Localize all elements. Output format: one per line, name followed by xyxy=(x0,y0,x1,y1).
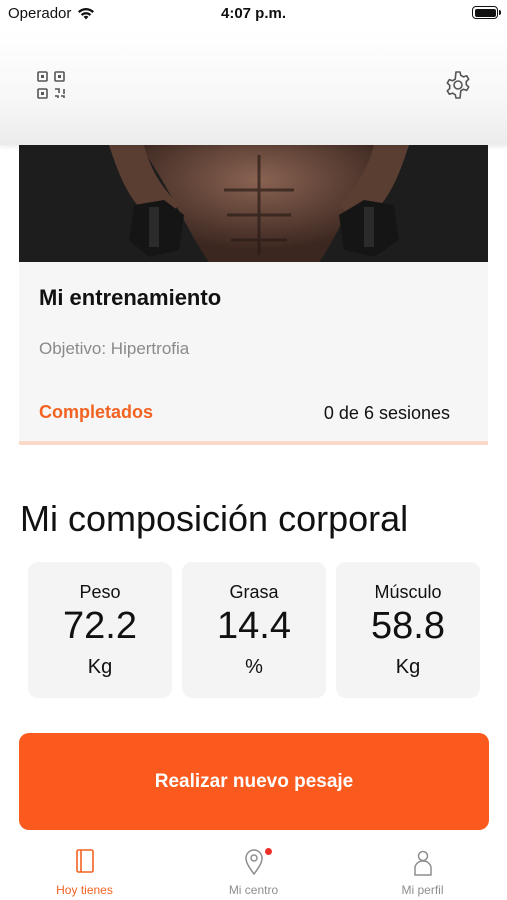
weight-stat-card: Peso 72.2 Kg xyxy=(28,562,172,698)
tab-label: Mi perfil xyxy=(401,883,444,897)
settings-button[interactable] xyxy=(443,70,473,100)
status-bar: Operador 4:07 p.m. xyxy=(0,0,507,30)
tab-label: Mi centro xyxy=(228,883,279,897)
stat-label: Grasa xyxy=(229,582,279,602)
stat-unit: Kg xyxy=(87,656,113,678)
status-time: 4:07 p.m. xyxy=(220,5,287,22)
tab-mi-centro[interactable]: Mi centro xyxy=(169,838,338,900)
tab-mi-perfil[interactable]: Mi perfil xyxy=(338,838,507,900)
fat-stat-card: Grasa 14.4 % xyxy=(182,562,326,698)
top-navigation-bar xyxy=(0,30,507,145)
qr-code-icon xyxy=(37,71,65,99)
stat-label: Músculo xyxy=(374,582,442,602)
new-weighing-button[interactable]: Realizar nuevo pesaje xyxy=(19,733,489,830)
qr-code-button[interactable] xyxy=(36,70,66,100)
book-icon xyxy=(75,849,94,873)
battery-icon xyxy=(472,6,501,19)
stat-value: 58.8 xyxy=(371,605,445,647)
stat-unit: % xyxy=(245,656,263,678)
training-card[interactable]: Mi entrenamiento Objetivo: Hipertrofia C… xyxy=(19,145,488,445)
card-accent-bar xyxy=(19,441,488,445)
stat-unit: Kg xyxy=(395,656,421,678)
tab-bar: Hoy tienes Mi centro Mi perfil xyxy=(0,838,507,900)
tab-label: Hoy tienes xyxy=(56,883,113,897)
training-goal: Objetivo: Hipertrofia xyxy=(39,339,190,358)
gear-icon xyxy=(446,71,470,99)
location-pin-icon xyxy=(244,849,263,876)
person-icon xyxy=(413,850,432,876)
stat-value: 72.2 xyxy=(63,605,137,647)
notification-dot xyxy=(265,848,272,855)
composition-title: Mi composición corporal xyxy=(20,498,409,539)
sessions-count: 0 de 6 sesiones xyxy=(323,403,450,423)
stat-value: 14.4 xyxy=(217,605,291,647)
training-hero-image xyxy=(19,145,488,262)
tab-hoy-tienes[interactable]: Hoy tienes xyxy=(0,838,169,900)
training-title: Mi entrenamiento xyxy=(39,285,222,310)
completed-label: Completados xyxy=(39,402,154,422)
muscle-stat-card: Músculo 58.8 Kg xyxy=(336,562,480,698)
stat-label: Peso xyxy=(79,582,121,602)
